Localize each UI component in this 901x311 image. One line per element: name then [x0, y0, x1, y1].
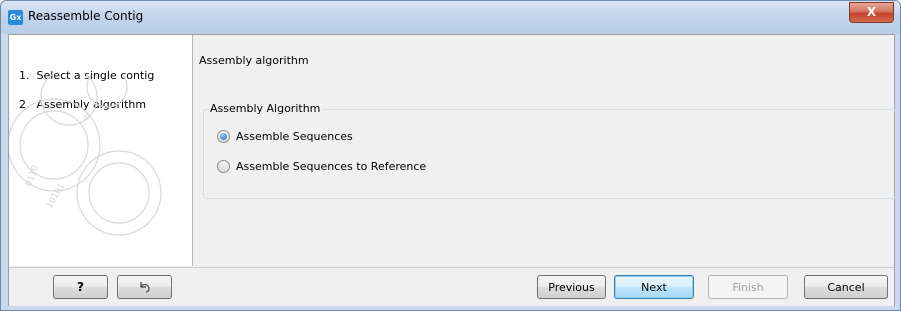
close-button[interactable]: X — [849, 2, 894, 23]
dialog-window: Gx Reassemble Contig X 1. Select a singl… — [0, 0, 901, 311]
app-icon: Gx — [8, 10, 23, 25]
help-button[interactable]: ? — [53, 275, 108, 299]
dialog-client: 1. Select a single contig 2. Assembly al… — [8, 34, 896, 306]
page-title: Assembly algorithm — [199, 54, 309, 67]
svg-text:0110: 0110 — [24, 164, 41, 188]
finish-button[interactable]: Finish — [708, 275, 788, 299]
reset-button[interactable] — [117, 275, 172, 299]
radio-button[interactable] — [217, 160, 230, 173]
option-assemble-to-reference[interactable]: Assemble Sequences to Reference — [217, 160, 426, 173]
next-button[interactable]: Next — [614, 275, 694, 299]
undo-icon — [139, 282, 150, 293]
window-title: Reassemble Contig — [28, 9, 144, 23]
cancel-button[interactable]: Cancel — [804, 275, 888, 299]
button-bar: ? Previous Next Finish Cancel — [9, 267, 894, 306]
title-bar[interactable]: Gx Reassemble Contig X — [1, 1, 900, 34]
svg-text:0: 0 — [82, 112, 91, 123]
group-label: Assembly Algorithm — [208, 102, 323, 115]
steps-panel: 1. Select a single contig 2. Assembly al… — [9, 35, 193, 266]
previous-button[interactable]: Previous — [537, 275, 606, 299]
svg-text:10101: 10101 — [45, 182, 67, 210]
option-label: Assemble Sequences — [236, 130, 353, 143]
radio-button-checked[interactable] — [217, 130, 230, 143]
option-assemble-sequences[interactable]: Assemble Sequences — [217, 130, 353, 143]
question-icon: ? — [77, 280, 84, 294]
option-label: Assemble Sequences to Reference — [236, 160, 427, 173]
dna-watermark-graphic: 0110 0 10101 — [9, 75, 162, 236]
assembly-algorithm-group: Assembly Algorithm Assemble Sequences As… — [203, 102, 896, 199]
